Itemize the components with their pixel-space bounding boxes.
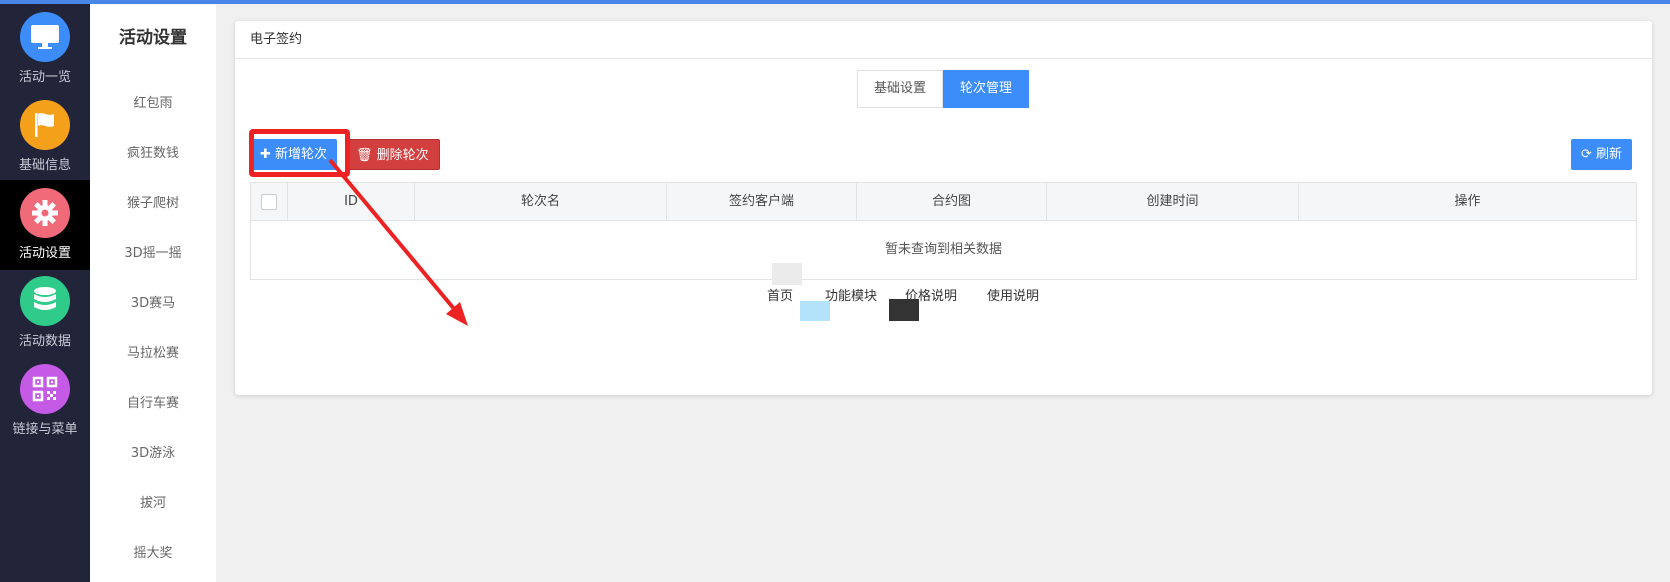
subnav-item[interactable]: 马拉松赛 bbox=[90, 342, 216, 361]
tab-basic-settings[interactable]: 基础设置 bbox=[857, 70, 944, 108]
qrcode-icon bbox=[20, 364, 70, 414]
nav-label: 链接与菜单 bbox=[12, 422, 78, 437]
tab-bar: 基础设置 轮次管理 bbox=[857, 70, 1030, 108]
column-header-contract-image[interactable]: 合约图 bbox=[856, 183, 1046, 221]
column-header-id[interactable]: ID bbox=[287, 183, 414, 221]
refresh-icon: ⟳ bbox=[1581, 147, 1592, 162]
subnav-item[interactable]: 猴子爬树 bbox=[90, 192, 216, 211]
monitor-icon bbox=[20, 12, 70, 62]
subnav-title: 活动设置 bbox=[119, 28, 187, 48]
nav-item-basic-info[interactable]: 基础信息 bbox=[0, 92, 90, 182]
nav-label: 活动设置 bbox=[18, 246, 71, 261]
nav-item-activity-settings[interactable]: 活动设置 bbox=[0, 180, 90, 270]
delete-round-button[interactable]: 🗑 删除轮次 bbox=[345, 139, 440, 170]
main-panel: 电子签约 基础设置 轮次管理 ✚ 新增轮次 🗑 删除轮次 ⟳ 刷新 ID 轮次名… bbox=[235, 21, 1652, 395]
database-icon bbox=[20, 276, 70, 326]
sub-navigation: 活动设置 红包雨 疯狂数钱 猴子爬树 3D摇一摇 3D赛马 马拉松赛 自行车赛 … bbox=[90, 4, 216, 582]
column-header-created-time[interactable]: 创建时间 bbox=[1046, 183, 1298, 221]
delete-round-label: 删除轮次 bbox=[376, 148, 429, 163]
column-header-round-name[interactable]: 轮次名 bbox=[414, 183, 666, 221]
overlay-fragment bbox=[772, 263, 802, 285]
select-all-cell bbox=[251, 183, 287, 221]
top-accent-bar bbox=[0, 0, 1670, 4]
subnav-item[interactable]: 疯狂数钱 bbox=[90, 142, 216, 161]
gear-icon bbox=[20, 188, 70, 238]
subnav-item[interactable]: 摇大奖 bbox=[90, 542, 216, 561]
panel-title: 电子签约 bbox=[235, 21, 1652, 59]
refresh-label: 刷新 bbox=[1596, 147, 1623, 162]
column-header-sign-client[interactable]: 签约客户端 bbox=[666, 183, 856, 221]
nav-label: 基础信息 bbox=[18, 158, 71, 173]
subnav-item[interactable]: 拔河 bbox=[90, 492, 216, 511]
nav-item-links-menu[interactable]: 链接与菜单 bbox=[0, 356, 90, 446]
left-navigation: 活动一览 基础信息 活动设置 活动数据 链接与菜单 bbox=[0, 4, 90, 582]
refresh-button[interactable]: ⟳ 刷新 bbox=[1571, 139, 1633, 170]
subnav-item[interactable]: 3D赛马 bbox=[90, 292, 216, 311]
select-all-checkbox[interactable] bbox=[261, 194, 277, 210]
nav-item-overview[interactable]: 活动一览 bbox=[0, 4, 90, 94]
footer-link-pricing[interactable]: 价格说明 bbox=[905, 285, 957, 304]
nav-item-activity-data[interactable]: 活动数据 bbox=[0, 268, 90, 358]
nav-label: 活动一览 bbox=[18, 70, 71, 85]
footer-link-features[interactable]: 功能模块 bbox=[825, 285, 877, 304]
rounds-table: ID 轮次名 签约客户端 合约图 创建时间 操作 暂未查询到相关数据 bbox=[250, 182, 1637, 280]
flag-icon bbox=[20, 100, 70, 150]
footer-link-usage[interactable]: 使用说明 bbox=[987, 285, 1039, 304]
annotation-highlight-box bbox=[249, 129, 350, 177]
nav-label: 活动数据 bbox=[18, 334, 71, 349]
overlay-fragment bbox=[800, 301, 830, 321]
table-header: ID 轮次名 签约客户端 合约图 创建时间 操作 bbox=[251, 183, 1636, 221]
tab-round-management[interactable]: 轮次管理 bbox=[943, 70, 1030, 108]
subnav-item[interactable]: 3D游泳 bbox=[90, 442, 216, 461]
subnav-item[interactable]: 自行车赛 bbox=[90, 392, 216, 411]
footer-link-home[interactable]: 首页 bbox=[767, 285, 793, 304]
subnav-item[interactable]: 3D摇一摇 bbox=[90, 242, 216, 261]
subnav-item[interactable]: 红包雨 bbox=[90, 92, 216, 111]
trash-icon: 🗑 bbox=[356, 148, 373, 163]
empty-state-text: 暂未查询到相关数据 bbox=[884, 242, 1002, 257]
column-header-actions: 操作 bbox=[1298, 183, 1636, 221]
